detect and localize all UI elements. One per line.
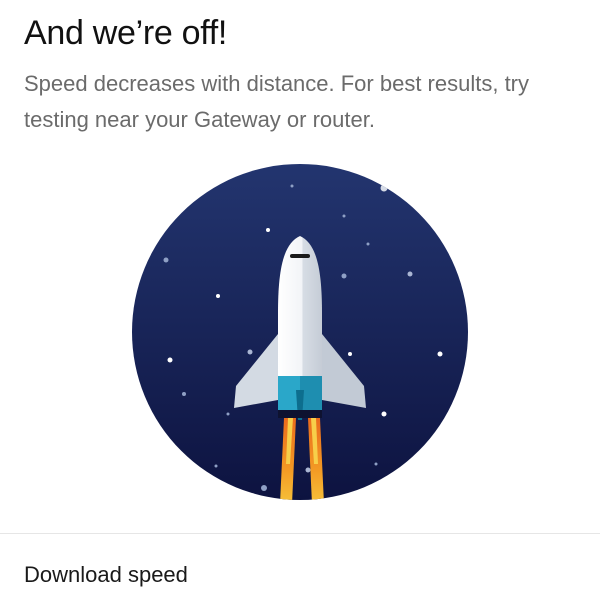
page-subtitle: Speed decreases with distance. For best …	[24, 71, 530, 132]
page-title: And we’re off!	[24, 14, 228, 52]
section-divider	[0, 533, 600, 534]
rocket-launch-icon	[132, 164, 468, 500]
download-speed-label: Download speed	[24, 562, 188, 587]
speed-test-screen: And we’re off! Speed decreases with dist…	[0, 0, 600, 600]
rocket-windows	[290, 254, 310, 258]
